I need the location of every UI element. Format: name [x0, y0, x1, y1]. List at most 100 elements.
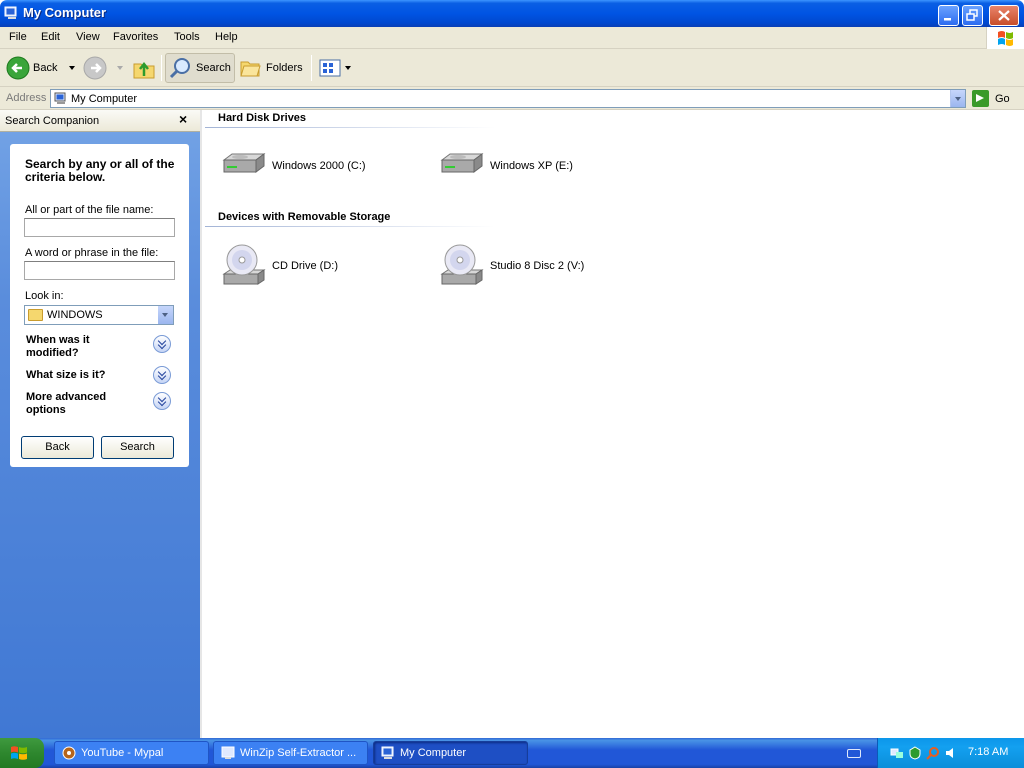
drive-item[interactable]: Windows XP (E:): [438, 150, 573, 182]
search-icon: [169, 58, 190, 79]
menu-bar: File Edit View Favorites Tools Help: [0, 27, 1024, 49]
menu-edit[interactable]: Edit: [41, 31, 60, 43]
lookin-dropdown-button[interactable]: [158, 306, 173, 324]
pane-search-button[interactable]: Search: [101, 436, 174, 459]
address-value: My Computer: [71, 93, 138, 105]
taskbar-item-my-computer[interactable]: My Computer: [373, 741, 528, 765]
address-bar: Address My Computer Go: [0, 87, 1024, 110]
expand-size-icon[interactable]: [153, 366, 171, 384]
expand-advanced-icon[interactable]: [153, 392, 171, 410]
back-button[interactable]: Back: [6, 53, 76, 83]
drive-item[interactable]: Windows 2000 (C:): [220, 150, 366, 182]
option-modified[interactable]: When was it modified?: [26, 334, 136, 360]
task-label: WinZip Self-Extractor ...: [240, 747, 357, 759]
views-button[interactable]: [318, 53, 351, 83]
forward-arrow-icon: [83, 56, 107, 80]
window-title: My Computer: [23, 5, 107, 20]
folders-button[interactable]: Folders: [239, 53, 303, 83]
start-button[interactable]: [0, 738, 44, 768]
restore-icon: [966, 9, 978, 21]
go-arrow-icon: [972, 90, 989, 107]
group-hard-disk-drives: Hard Disk Drives: [218, 112, 307, 124]
menu-favorites[interactable]: Favorites: [113, 31, 158, 43]
folders-icon: [240, 61, 261, 77]
search-heading: Search by any or all of the criteria bel…: [25, 157, 175, 184]
cd-drive-icon: [440, 244, 484, 285]
search-tray-icon[interactable]: [926, 746, 940, 760]
clock: 7:18 AM: [968, 746, 1009, 758]
option-size[interactable]: What size is it?: [26, 369, 136, 382]
keyboard-icon[interactable]: [847, 749, 861, 758]
drive-label: Windows 2000 (C:): [272, 160, 366, 172]
close-button[interactable]: [989, 5, 1019, 26]
hard-drive-icon: [222, 153, 266, 173]
hard-drive-icon: [440, 153, 484, 173]
folders-label: Folders: [266, 62, 303, 74]
menu-tools[interactable]: Tools: [174, 31, 200, 43]
menu-help[interactable]: Help: [215, 31, 238, 43]
toolbar: Back Search Folders: [0, 49, 1024, 87]
phrase-label: A word or phrase in the file:: [25, 247, 159, 259]
taskbar-item-youtube[interactable]: YouTube - Mypal: [54, 741, 209, 765]
back-arrow-icon: [6, 56, 30, 80]
close-icon: [998, 10, 1010, 21]
volume-icon[interactable]: [944, 746, 958, 760]
drive-item[interactable]: Studio 8 Disc 2 (V:): [438, 242, 584, 290]
lookin-select[interactable]: WINDOWS: [24, 305, 174, 325]
task-label: YouTube - Mypal: [81, 747, 164, 759]
drive-list-view: Hard Disk Drives Windows 2000 (C:) Windo…: [200, 110, 1024, 738]
views-dropdown-icon[interactable]: [345, 66, 351, 70]
option-advanced[interactable]: More advanced options: [26, 391, 136, 417]
search-criteria-card: Search by any or all of the criteria bel…: [10, 144, 189, 467]
windows-logo: [986, 27, 1024, 49]
drive-label: Studio 8 Disc 2 (V:): [490, 260, 585, 272]
filename-input[interactable]: [24, 218, 175, 237]
forward-dropdown-icon[interactable]: [117, 66, 123, 70]
computer-icon: [4, 6, 17, 19]
pane-header: Search Companion ×: [0, 110, 200, 132]
lookin-label: Look in:: [25, 290, 64, 302]
drive-label: CD Drive (D:): [272, 260, 338, 272]
folder-icon: [28, 309, 43, 321]
views-icon: [319, 59, 341, 77]
phrase-input[interactable]: [24, 261, 175, 280]
address-input[interactable]: My Computer: [50, 89, 966, 108]
browser-icon: [62, 746, 76, 760]
lookin-value: WINDOWS: [47, 309, 103, 321]
go-button[interactable]: Go: [972, 89, 1010, 108]
network-icon[interactable]: [890, 746, 904, 760]
cd-drive-icon: [222, 244, 266, 285]
security-icon[interactable]: [908, 746, 922, 760]
address-label: Address: [6, 92, 47, 104]
up-folder-icon: [133, 61, 155, 79]
minimize-button[interactable]: [938, 5, 959, 26]
computer-icon: [381, 746, 394, 759]
search-button[interactable]: Search: [165, 53, 235, 83]
expand-modified-icon[interactable]: [153, 335, 171, 353]
menu-file[interactable]: File: [9, 31, 27, 43]
restore-button[interactable]: [962, 5, 983, 26]
search-label: Search: [196, 62, 231, 74]
pane-close-button[interactable]: ×: [179, 111, 187, 127]
back-label: Back: [33, 62, 58, 74]
forward-button[interactable]: [83, 53, 123, 83]
group-removable-storage: Devices with Removable Storage: [218, 211, 391, 223]
drive-label: Windows XP (E:): [490, 160, 573, 172]
title-bar[interactable]: My Computer: [0, 0, 1024, 27]
system-tray: 7:18 AM: [877, 738, 1024, 768]
pane-title: Search Companion: [5, 115, 100, 127]
back-dropdown-icon[interactable]: [69, 66, 76, 70]
minimize-icon: [944, 18, 951, 21]
taskbar-item-winzip[interactable]: WinZip Self-Extractor ...: [213, 741, 368, 765]
menu-view[interactable]: View: [76, 31, 100, 43]
winzip-icon: [221, 746, 235, 759]
computer-icon: [54, 92, 66, 104]
pane-back-button[interactable]: Back: [21, 436, 94, 459]
taskbar: YouTube - Mypal WinZip Self-Extractor ..…: [0, 738, 1024, 768]
drive-item[interactable]: CD Drive (D:): [220, 242, 338, 290]
up-folder-button[interactable]: [132, 53, 156, 83]
address-dropdown-button[interactable]: [950, 90, 965, 107]
search-companion-pane: Search Companion × Search by any or all …: [0, 110, 200, 738]
filename-label: All or part of the file name:: [25, 204, 154, 216]
task-label: My Computer: [400, 747, 467, 759]
